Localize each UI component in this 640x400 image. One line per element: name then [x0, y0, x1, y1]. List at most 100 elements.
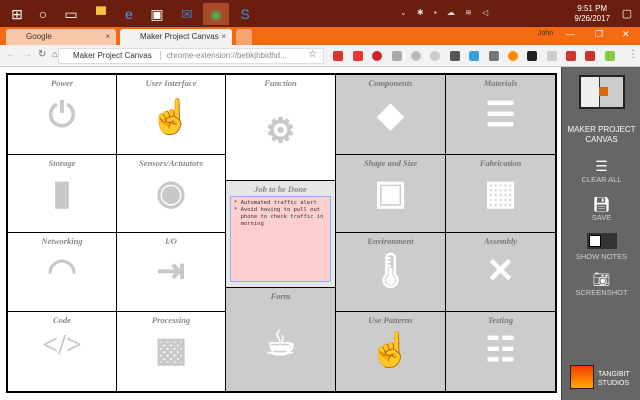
cell-title: Power [51, 78, 73, 88]
hand-pointer-icon: ☝ [117, 97, 225, 137]
close-tab-icon[interactable]: × [105, 29, 110, 45]
extension-icon[interactable] [469, 51, 479, 61]
home-icon[interactable]: ⌂ [52, 49, 57, 59]
note-line: phone to check traffic in [234, 214, 327, 221]
edge-icon[interactable]: e [118, 3, 140, 25]
cell-assembly[interactable]: Assembly ✕ [446, 233, 555, 311]
coffee-cup-icon: ☕︎ [226, 324, 335, 364]
cell-testing[interactable]: Testing☷ [446, 312, 555, 391]
cell-title: Job to be Done [254, 184, 307, 194]
save-icon: 💾︎ [562, 195, 640, 213]
tab-maker-project-canvas[interactable]: Maker Project Canvas× [120, 29, 232, 45]
layout-icon: ▦ [446, 173, 555, 213]
show-notes-label: SHOW NOTES [562, 252, 640, 262]
extension-icon[interactable] [353, 51, 363, 61]
cell-function[interactable]: Function ⚙ [226, 75, 335, 180]
cell-job-to-be-done[interactable]: Job to be Done * Automated traffic alert… [226, 181, 335, 287]
page-title: Maker Project Canvas [73, 51, 152, 60]
cell-storage[interactable]: Storage▮ [8, 155, 116, 232]
cell-materials[interactable]: Materials☰ [446, 75, 555, 154]
extension-icon[interactable] [392, 51, 402, 61]
cell-components[interactable]: Components◆ [336, 75, 445, 154]
note-line: morning [234, 221, 327, 228]
extension-icon[interactable] [333, 51, 343, 61]
sidebar: MAKER PROJECT CANVAS ☰CLEAR ALL 💾︎SAVE S… [561, 67, 640, 400]
shapes-icon: ◆ [336, 95, 445, 135]
task-view-icon[interactable]: ▭ [60, 3, 82, 25]
clock[interactable]: 9:51 PM9/26/2017 [574, 4, 610, 24]
cell-title: Processing [152, 315, 190, 325]
cell-environment[interactable]: Environment🌡︎ [336, 233, 445, 311]
cell-title: Code [53, 315, 71, 325]
outlook-icon[interactable]: ✉ [176, 3, 198, 25]
thermometer-icon: 🌡︎ [336, 251, 445, 291]
maker-canvas: Power⏻ User Interface☝ Function ⚙ Compone… [6, 73, 557, 393]
eye-icon: ◉ [117, 173, 225, 213]
cell-power[interactable]: Power⏻ [8, 75, 116, 154]
cell-title: Use Patterns [368, 315, 413, 325]
extension-icon[interactable] [605, 51, 615, 61]
address-bar[interactable]: Maker Project Canvaschrome-extension://b… [58, 48, 324, 64]
save-button[interactable]: 💾︎SAVE [562, 195, 640, 223]
minimize-button[interactable]: — [566, 29, 575, 39]
cell-networking[interactable]: Networking◠ [8, 233, 116, 311]
screenshot-button[interactable]: 📷︎SCREENSHOT [562, 270, 640, 298]
cell-title: Materials [484, 78, 518, 88]
cell-fabrication[interactable]: Fabrication▦ [446, 155, 555, 232]
extension-icon[interactable] [450, 51, 460, 61]
clear-all-button[interactable]: ☰CLEAR ALL [562, 157, 640, 185]
show-notes-toggle[interactable]: SHOW NOTES [562, 233, 640, 262]
skype-icon[interactable]: S [234, 3, 256, 25]
cortana-icon[interactable]: ○ [32, 3, 54, 25]
cell-shape-and-size[interactable]: Shape and Size▣ [336, 155, 445, 232]
store-icon[interactable]: ▣ [146, 3, 168, 25]
sliders-icon: ☷ [446, 330, 555, 370]
extension-icon[interactable] [411, 51, 421, 61]
cell-title: Storage [49, 158, 76, 168]
tools-icon: ✕ [446, 251, 555, 291]
cell-sensors-actuators[interactable]: Sensors/Actuators◉ [117, 155, 225, 232]
cell-use-patterns[interactable]: Use Patterns☝ [336, 312, 445, 391]
save-label: SAVE [562, 213, 640, 223]
gears-icon: ⚙ [226, 111, 335, 151]
cell-title: Function [264, 78, 297, 88]
toggle-switch[interactable] [587, 233, 617, 249]
chip-icon: ▩ [117, 330, 225, 370]
cell-processing[interactable]: Processing ▩ [117, 312, 225, 391]
extension-icon[interactable] [508, 51, 518, 61]
maximize-button[interactable]: ❐ [595, 29, 603, 40]
extension-icon[interactable] [489, 51, 499, 61]
tab-google[interactable]: Google× [6, 29, 116, 45]
close-tab-icon[interactable]: × [221, 29, 226, 45]
bookmark-star-icon[interactable]: ☆ [308, 49, 317, 60]
close-window-button[interactable]: ✕ [622, 29, 630, 40]
tangibit-logo [570, 365, 594, 389]
back-icon[interactable]: ← [6, 49, 16, 60]
menu-icon[interactable]: ⋮ [628, 49, 638, 60]
brand-name: TANGIBIT STUDIOS [598, 370, 640, 388]
file-explorer-icon[interactable]: ▀ [90, 3, 112, 25]
extension-icon[interactable] [430, 51, 440, 61]
reload-icon[interactable]: ↻ [38, 49, 46, 60]
extension-icon[interactable] [547, 51, 557, 61]
cell-title: Assembly [484, 236, 517, 246]
notifications-icon[interactable]: ▢ [616, 3, 638, 25]
cell-form[interactable]: Form ☕︎ [226, 288, 335, 391]
note-line: * Avoid having to pull out [234, 207, 327, 214]
job-notes-textarea[interactable]: * Automated traffic alert * Avoid having… [230, 196, 331, 282]
windows-start-icon[interactable]: ⊞ [6, 3, 28, 25]
pinterest-icon[interactable] [372, 51, 382, 61]
chrome-icon[interactable]: ◉ [203, 3, 229, 25]
profile-name[interactable]: John [538, 30, 553, 37]
system-tray-icons[interactable]: ⌄ ✱ ▪ ☁ ≋ ◁ [400, 8, 492, 17]
extension-icon[interactable] [585, 51, 595, 61]
forward-icon[interactable]: → [22, 49, 32, 60]
canvas-logo [579, 75, 625, 109]
cell-code[interactable]: Code</> [8, 312, 116, 391]
extension-icon[interactable] [527, 51, 537, 61]
cell-title: Form [271, 291, 291, 301]
cell-io[interactable]: I/O⇥ [117, 233, 225, 311]
extension-icon[interactable] [566, 51, 576, 61]
cell-user-interface[interactable]: User Interface☝ [117, 75, 225, 154]
new-tab-button[interactable] [236, 29, 252, 45]
